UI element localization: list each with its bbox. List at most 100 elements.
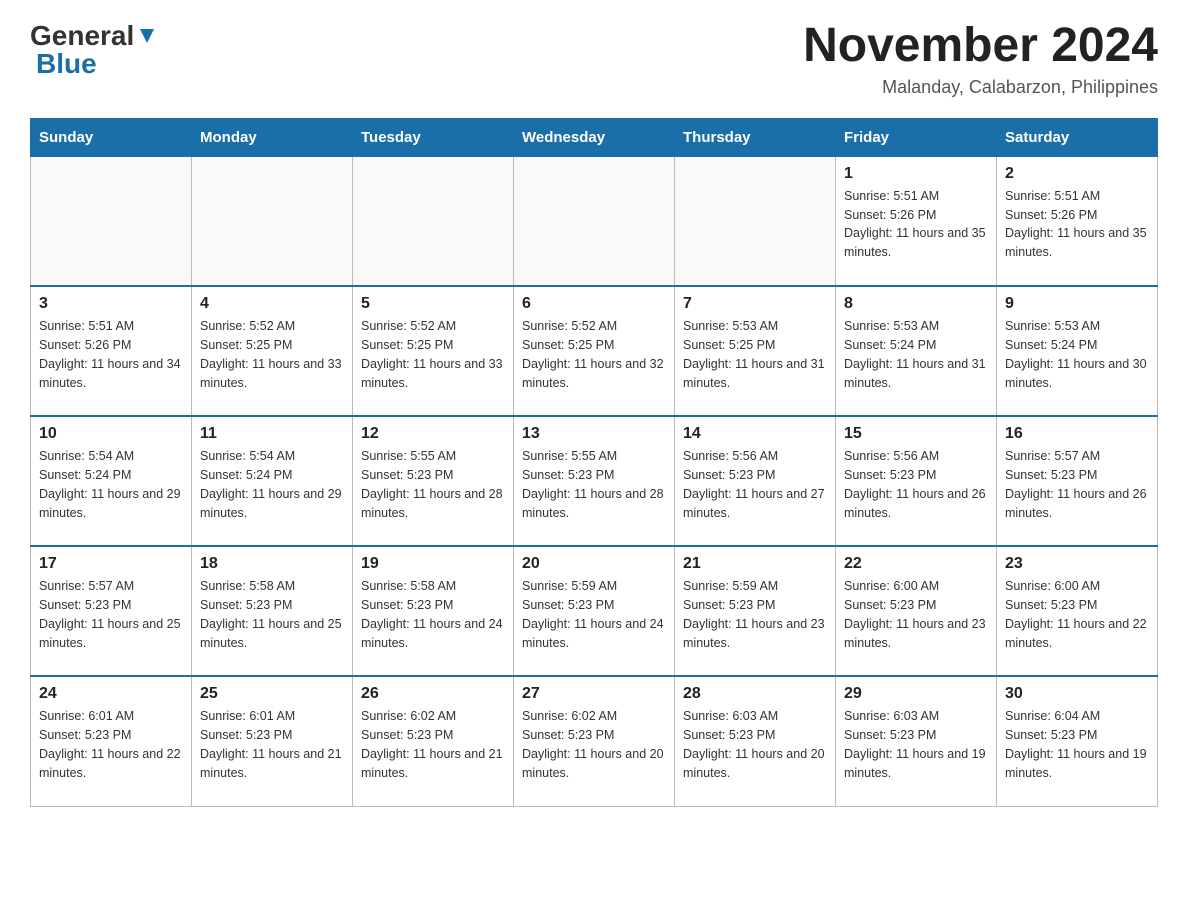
day-number: 17 xyxy=(39,555,183,573)
calendar-week-row: 10 Sunrise: 5:54 AMSunset: 5:24 PMDayligh… xyxy=(31,416,1158,546)
day-number: 1 xyxy=(844,165,988,183)
col-saturday: Saturday xyxy=(997,118,1158,156)
table-row: 24 Sunrise: 6:01 AMSunset: 5:23 PMDayligh… xyxy=(31,676,192,806)
table-row: 4 Sunrise: 5:52 AMSunset: 5:25 PMDaylight… xyxy=(192,286,353,416)
day-info: Sunrise: 5:54 AMSunset: 5:24 PMDaylight:… xyxy=(39,447,183,522)
logo: General Blue xyxy=(30,20,158,80)
day-info: Sunrise: 6:02 AMSunset: 5:23 PMDaylight:… xyxy=(522,707,666,782)
day-number: 15 xyxy=(844,425,988,443)
table-row: 5 Sunrise: 5:52 AMSunset: 5:25 PMDaylight… xyxy=(353,286,514,416)
table-row: 28 Sunrise: 6:03 AMSunset: 5:23 PMDayligh… xyxy=(675,676,836,806)
day-info: Sunrise: 6:04 AMSunset: 5:23 PMDaylight:… xyxy=(1005,707,1149,782)
logo-blue: Blue xyxy=(36,48,97,80)
col-monday: Monday xyxy=(192,118,353,156)
table-row: 23Sunrise: 6:00 AMSunset: 5:23 PMDayligh… xyxy=(997,546,1158,676)
col-friday: Friday xyxy=(836,118,997,156)
day-info: Sunrise: 6:01 AMSunset: 5:23 PMDaylight:… xyxy=(39,707,183,782)
table-row: 26Sunrise: 6:02 AMSunset: 5:23 PMDayligh… xyxy=(353,676,514,806)
calendar: Sunday Monday Tuesday Wednesday Thursday… xyxy=(30,118,1158,807)
calendar-week-row: 1 Sunrise: 5:51 AMSunset: 5:26 PMDaylight… xyxy=(31,156,1158,286)
day-info: Sunrise: 5:56 AMSunset: 5:23 PMDaylight:… xyxy=(683,447,827,522)
day-number: 30 xyxy=(1005,685,1149,703)
day-number: 4 xyxy=(200,295,344,313)
day-number: 5 xyxy=(361,295,505,313)
table-row: 27Sunrise: 6:02 AMSunset: 5:23 PMDayligh… xyxy=(514,676,675,806)
col-tuesday: Tuesday xyxy=(353,118,514,156)
table-row xyxy=(675,156,836,286)
day-info: Sunrise: 5:54 AMSunset: 5:24 PMDaylight:… xyxy=(200,447,344,522)
day-info: Sunrise: 5:52 AMSunset: 5:25 PMDaylight:… xyxy=(200,317,344,392)
day-number: 3 xyxy=(39,295,183,313)
day-info: Sunrise: 5:59 AMSunset: 5:23 PMDaylight:… xyxy=(683,577,827,652)
day-number: 2 xyxy=(1005,165,1149,183)
day-info: Sunrise: 5:51 AMSunset: 5:26 PMDaylight:… xyxy=(39,317,183,392)
day-info: Sunrise: 5:57 AMSunset: 5:23 PMDaylight:… xyxy=(39,577,183,652)
table-row xyxy=(192,156,353,286)
day-number: 10 xyxy=(39,425,183,443)
day-info: Sunrise: 5:58 AMSunset: 5:23 PMDaylight:… xyxy=(361,577,505,652)
header: General Blue November 2024 Malanday, Cal… xyxy=(30,20,1158,98)
day-info: Sunrise: 5:58 AMSunset: 5:23 PMDaylight:… xyxy=(200,577,344,652)
day-number: 29 xyxy=(844,685,988,703)
calendar-week-row: 3 Sunrise: 5:51 AMSunset: 5:26 PMDaylight… xyxy=(31,286,1158,416)
table-row: 17 Sunrise: 5:57 AMSunset: 5:23 PMDayligh… xyxy=(31,546,192,676)
day-info: Sunrise: 5:52 AMSunset: 5:25 PMDaylight:… xyxy=(361,317,505,392)
day-number: 22 xyxy=(844,555,988,573)
table-row xyxy=(353,156,514,286)
month-title: November 2024 xyxy=(803,20,1158,73)
table-row: 3 Sunrise: 5:51 AMSunset: 5:26 PMDaylight… xyxy=(31,286,192,416)
day-number: 14 xyxy=(683,425,827,443)
day-number: 24 xyxy=(39,685,183,703)
day-number: 19 xyxy=(361,555,505,573)
table-row: 21 Sunrise: 5:59 AMSunset: 5:23 PMDayligh… xyxy=(675,546,836,676)
table-row xyxy=(514,156,675,286)
day-number: 16 xyxy=(1005,425,1149,443)
table-row: 14 Sunrise: 5:56 AMSunset: 5:23 PMDayligh… xyxy=(675,416,836,546)
table-row: 13Sunrise: 5:55 AMSunset: 5:23 PMDayligh… xyxy=(514,416,675,546)
day-number: 9 xyxy=(1005,295,1149,313)
location: Malanday, Calabarzon, Philippines xyxy=(803,77,1158,98)
calendar-header-row: Sunday Monday Tuesday Wednesday Thursday… xyxy=(31,118,1158,156)
table-row: 8 Sunrise: 5:53 AMSunset: 5:24 PMDaylight… xyxy=(836,286,997,416)
table-row: 15 Sunrise: 5:56 AMSunset: 5:23 PMDayligh… xyxy=(836,416,997,546)
table-row: 16 Sunrise: 5:57 AMSunset: 5:23 PMDayligh… xyxy=(997,416,1158,546)
day-info: Sunrise: 6:03 AMSunset: 5:23 PMDaylight:… xyxy=(683,707,827,782)
col-wednesday: Wednesday xyxy=(514,118,675,156)
day-number: 21 xyxy=(683,555,827,573)
day-info: Sunrise: 6:00 AMSunset: 5:23 PMDaylight:… xyxy=(844,577,988,652)
calendar-week-row: 24 Sunrise: 6:01 AMSunset: 5:23 PMDayligh… xyxy=(31,676,1158,806)
day-number: 28 xyxy=(683,685,827,703)
table-row: 19 Sunrise: 5:58 AMSunset: 5:23 PMDayligh… xyxy=(353,546,514,676)
day-number: 11 xyxy=(200,425,344,443)
day-info: Sunrise: 6:02 AMSunset: 5:23 PMDaylight:… xyxy=(361,707,505,782)
day-info: Sunrise: 5:52 AMSunset: 5:25 PMDaylight:… xyxy=(522,317,666,392)
table-row: 18Sunrise: 5:58 AMSunset: 5:23 PMDayligh… xyxy=(192,546,353,676)
table-row: 11 Sunrise: 5:54 AMSunset: 5:24 PMDayligh… xyxy=(192,416,353,546)
table-row: 22 Sunrise: 6:00 AMSunset: 5:23 PMDayligh… xyxy=(836,546,997,676)
table-row: 2Sunrise: 5:51 AMSunset: 5:26 PMDaylight… xyxy=(997,156,1158,286)
day-info: Sunrise: 5:55 AMSunset: 5:23 PMDaylight:… xyxy=(522,447,666,522)
table-row xyxy=(31,156,192,286)
col-thursday: Thursday xyxy=(675,118,836,156)
table-row: 10 Sunrise: 5:54 AMSunset: 5:24 PMDayligh… xyxy=(31,416,192,546)
day-info: Sunrise: 5:57 AMSunset: 5:23 PMDaylight:… xyxy=(1005,447,1149,522)
day-number: 12 xyxy=(361,425,505,443)
day-info: Sunrise: 5:51 AMSunset: 5:26 PMDaylight:… xyxy=(844,187,988,262)
day-info: Sunrise: 5:53 AMSunset: 5:25 PMDaylight:… xyxy=(683,317,827,392)
logo-arrow-icon xyxy=(136,25,158,47)
col-sunday: Sunday xyxy=(31,118,192,156)
table-row: 20Sunrise: 5:59 AMSunset: 5:23 PMDayligh… xyxy=(514,546,675,676)
day-number: 7 xyxy=(683,295,827,313)
day-info: Sunrise: 5:53 AMSunset: 5:24 PMDaylight:… xyxy=(844,317,988,392)
calendar-week-row: 17 Sunrise: 5:57 AMSunset: 5:23 PMDayligh… xyxy=(31,546,1158,676)
day-info: Sunrise: 5:53 AMSunset: 5:24 PMDaylight:… xyxy=(1005,317,1149,392)
table-row: 7 Sunrise: 5:53 AMSunset: 5:25 PMDaylight… xyxy=(675,286,836,416)
day-info: Sunrise: 5:56 AMSunset: 5:23 PMDaylight:… xyxy=(844,447,988,522)
day-info: Sunrise: 6:03 AMSunset: 5:23 PMDaylight:… xyxy=(844,707,988,782)
table-row: 9 Sunrise: 5:53 AMSunset: 5:24 PMDaylight… xyxy=(997,286,1158,416)
day-number: 8 xyxy=(844,295,988,313)
table-row: 29 Sunrise: 6:03 AMSunset: 5:23 PMDayligh… xyxy=(836,676,997,806)
day-info: Sunrise: 6:01 AMSunset: 5:23 PMDaylight:… xyxy=(200,707,344,782)
table-row: 12Sunrise: 5:55 AMSunset: 5:23 PMDayligh… xyxy=(353,416,514,546)
day-number: 6 xyxy=(522,295,666,313)
